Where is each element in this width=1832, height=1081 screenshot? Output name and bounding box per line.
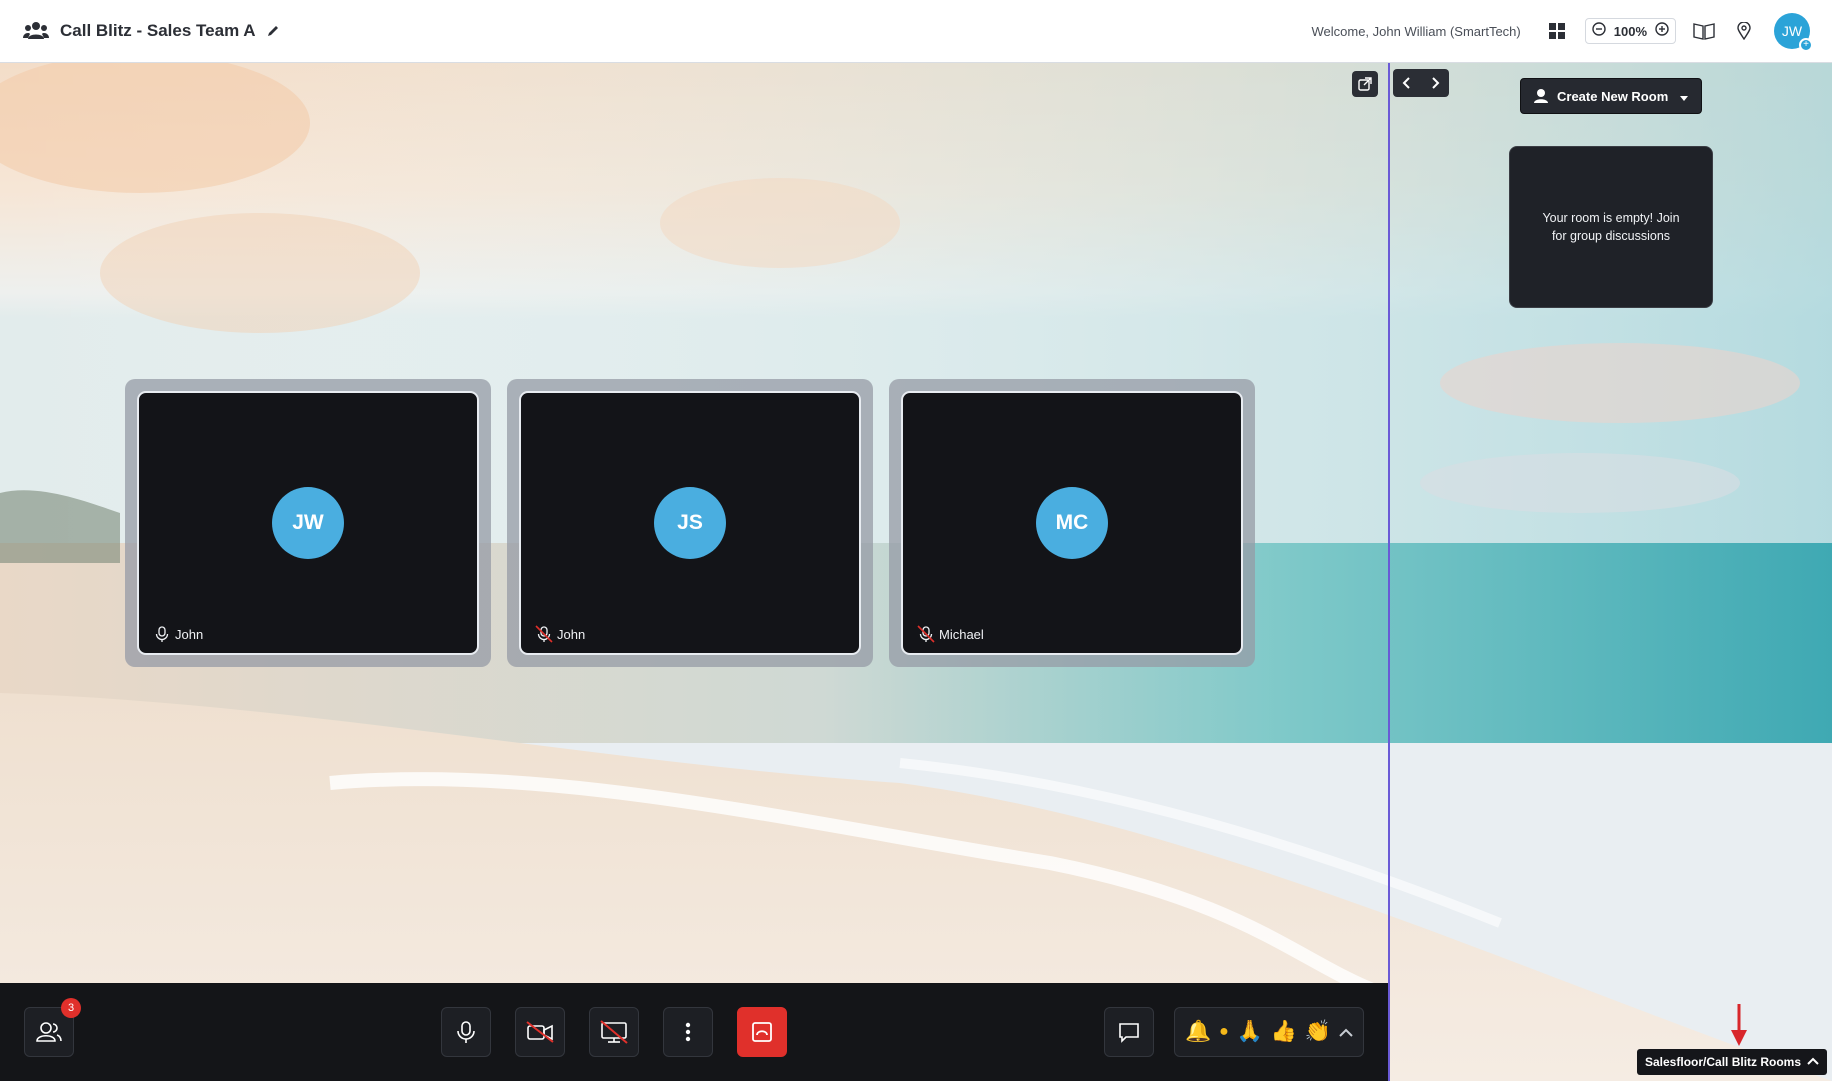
vertical-dots-icon [685, 1022, 691, 1042]
reactions-bar: 🔔 ● 🙏 👍 👏 [1174, 1007, 1364, 1057]
participant-avatar: MC [1036, 487, 1108, 559]
prev-button[interactable] [1393, 69, 1421, 97]
group-icon [22, 17, 50, 45]
participant-name: John [557, 626, 586, 642]
user-avatar[interactable]: JW + [1774, 13, 1813, 52]
chevron-left-icon [1402, 77, 1410, 89]
zoom-in-icon[interactable] [1655, 21, 1669, 41]
dot-reaction[interactable]: ● [1219, 1020, 1229, 1044]
chat-button[interactable] [1104, 1007, 1154, 1057]
zoom-control: 100% [1584, 18, 1676, 44]
participant-tile[interactable]: JW John [137, 391, 479, 655]
stage-divider [1388, 63, 1390, 1081]
mic-muted-icon [917, 625, 935, 643]
participant-avatar: JS [654, 487, 726, 559]
pray-reaction[interactable]: 🙏 [1237, 1020, 1263, 1044]
participants-count-badge: 3 [61, 998, 81, 1018]
participants-button[interactable]: 3 [24, 998, 81, 1057]
participant-label: John [153, 625, 203, 643]
participant-tile-frame: JW John [125, 379, 491, 667]
room-nav [1393, 69, 1449, 97]
mic-icon [153, 625, 171, 643]
participant-tile[interactable]: MC Michael [901, 391, 1243, 655]
empty-room-message: Your room is empty! Join for group discu… [1542, 211, 1680, 243]
chevron-up-icon[interactable] [1339, 1020, 1353, 1044]
participants-icon [36, 1022, 62, 1042]
next-button[interactable] [1421, 69, 1449, 97]
bell-reaction[interactable]: 🔔 [1185, 1020, 1211, 1044]
participant-label: Michael [917, 625, 984, 643]
participant-tile-frame: MC Michael [889, 379, 1255, 667]
leave-icon [752, 1022, 772, 1042]
room-person-icon [1533, 88, 1549, 104]
welcome-text: Welcome, John William (SmartTech) [1311, 23, 1521, 39]
camera-off-icon [526, 1021, 554, 1043]
zoom-out-icon[interactable] [1592, 21, 1606, 41]
user-initials: JW [1781, 23, 1803, 39]
bottom-toolbar: 3 🔔 ● 🙏 👍 👏 [0, 983, 1388, 1081]
zoom-level: 100% [1613, 23, 1647, 39]
top-bar: Call Blitz - Sales Team A Welcome, John … [0, 0, 1832, 63]
page-title: Call Blitz - Sales Team A [60, 21, 256, 40]
external-link-icon [1358, 77, 1372, 91]
microphone-button[interactable] [441, 1007, 491, 1057]
thumbs-up-reaction[interactable]: 👍 [1271, 1020, 1297, 1044]
book-icon[interactable] [1692, 19, 1716, 43]
grid-view-icon[interactable] [1545, 19, 1569, 43]
create-room-label: Create New Room [1557, 88, 1669, 104]
arrow-down-icon [1731, 1004, 1747, 1046]
more-options-button[interactable] [663, 1007, 713, 1057]
mic-muted-icon [535, 625, 553, 643]
clap-reaction[interactable]: 👏 [1305, 1020, 1331, 1044]
participant-tile[interactable]: JS John [519, 391, 861, 655]
location-label: Salesfloor/Call Blitz Rooms [1645, 1055, 1802, 1069]
camera-button[interactable] [515, 1007, 565, 1057]
participant-tile-frame: JS John [507, 379, 873, 667]
leave-call-button[interactable] [737, 1007, 787, 1057]
location-selector[interactable]: Salesfloor/Call Blitz Rooms [1637, 1049, 1828, 1075]
participant-name: Michael [939, 626, 984, 642]
location-pin-icon[interactable] [1732, 19, 1756, 43]
screen-share-button[interactable] [589, 1007, 639, 1057]
screen-share-off-icon [600, 1020, 628, 1044]
participant-label: John [535, 625, 585, 643]
chevron-up-icon [1807, 1056, 1819, 1068]
participant-avatar: JW [272, 487, 344, 559]
avatar-plus-icon[interactable]: + [1799, 38, 1813, 52]
empty-room-card: Your room is empty! Join for group discu… [1509, 146, 1713, 308]
edit-title-icon[interactable] [266, 23, 282, 39]
chevron-right-icon [1432, 77, 1440, 89]
chat-icon [1119, 1023, 1139, 1043]
chevron-down-icon[interactable] [1679, 91, 1689, 101]
popout-button[interactable] [1352, 71, 1378, 97]
microphone-icon [457, 1021, 475, 1043]
participant-name: John [175, 626, 204, 642]
create-new-room-button[interactable]: Create New Room [1520, 78, 1702, 114]
